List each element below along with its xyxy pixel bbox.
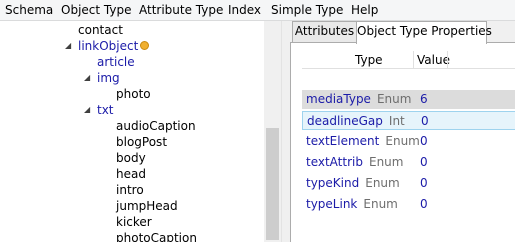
column-divider[interactable] <box>447 51 448 69</box>
menu-index[interactable]: Index <box>228 3 261 18</box>
lock-icon <box>140 41 150 50</box>
tree-item-head[interactable]: head <box>116 166 146 182</box>
collapse-arrow-icon[interactable]: ◢ <box>84 70 90 86</box>
property-row-typelink[interactable]: typeLink Enum 0 <box>302 195 515 214</box>
property-row-textattrib[interactable]: textAttrib Enum 0 <box>302 153 515 172</box>
tree-item-audiocaption[interactable]: audioCaption <box>116 118 196 134</box>
property-row-deadlinegap[interactable]: deadlineGap Int 0 <box>302 111 515 130</box>
tree-item-photo[interactable]: photo <box>116 86 151 102</box>
property-value[interactable]: 0 <box>420 153 428 172</box>
property-type: Enum <box>368 155 404 169</box>
property-row-mediatype[interactable]: mediaType Enum 6 <box>302 90 515 109</box>
property-type: Enum <box>363 197 398 211</box>
collapse-arrow-icon[interactable]: ◢ <box>84 102 90 118</box>
property-type: Enum <box>376 92 412 106</box>
column-divider[interactable] <box>413 51 414 69</box>
schema-tree: contact ◢ linkObject article ◢ img photo… <box>0 21 264 242</box>
tab-attributes[interactable]: Attributes <box>292 21 357 42</box>
tree-item-kicker[interactable]: kicker <box>116 214 152 230</box>
tree-scrollbar[interactable] <box>264 21 281 242</box>
column-header-type[interactable]: Type <box>355 52 383 68</box>
tree-item-intro[interactable]: intro <box>116 182 144 198</box>
property-name: typeKind <box>306 176 360 190</box>
property-value[interactable]: 0 <box>420 132 428 151</box>
property-name: mediaType <box>306 92 371 106</box>
properties-grid: Type Value mediaType Enum 6 deadlineGap In… <box>290 42 515 242</box>
tree-item-linkobject[interactable]: linkObject <box>78 38 150 54</box>
menu-attribute-type[interactable]: Attribute Type <box>139 3 223 18</box>
property-type: Enum <box>365 176 400 190</box>
property-value[interactable]: 0 <box>421 112 429 131</box>
column-header-value[interactable]: Value <box>417 52 450 68</box>
menu-bar: Schema Object Type Attribute Type Index … <box>0 0 515 21</box>
pane-splitter[interactable] <box>281 21 290 242</box>
property-value[interactable]: 0 <box>420 195 428 214</box>
tree-item-article[interactable]: article <box>97 54 135 70</box>
menu-help[interactable]: Help <box>351 3 378 18</box>
tree-item-body[interactable]: body <box>116 150 146 166</box>
tree-item-jumphead[interactable]: jumpHead <box>116 198 178 214</box>
tab-object-type-properties[interactable]: Object Type Properties <box>356 21 492 44</box>
property-type: Int <box>388 114 405 128</box>
property-value[interactable]: 0 <box>420 174 428 193</box>
menu-simple-type[interactable]: Simple Type <box>271 3 343 18</box>
tree-item-photocaption[interactable]: photoCaption <box>116 230 197 242</box>
tree-item-contact[interactable]: contact <box>78 22 123 38</box>
property-name: textElement <box>306 134 380 148</box>
property-name: textAttrib <box>306 155 363 169</box>
tree-item-txt[interactable]: txt <box>97 102 114 118</box>
tree-item-blogpost[interactable]: blogPost <box>116 134 167 150</box>
collapse-arrow-icon[interactable]: ◢ <box>65 38 71 54</box>
scrollbar-thumb[interactable] <box>266 128 279 240</box>
properties-panel: Attributes Object Type Properties Type V… <box>290 21 515 242</box>
property-type: Enum <box>385 134 420 148</box>
grid-header: Type Value <box>302 51 515 69</box>
property-row-typekind[interactable]: typeKind Enum 0 <box>302 174 515 193</box>
menu-object-type[interactable]: Object Type <box>61 3 131 18</box>
property-value[interactable]: 6 <box>420 90 428 109</box>
property-name: deadlineGap <box>307 114 383 128</box>
property-name: typeLink <box>306 197 358 211</box>
property-row-textelement[interactable]: textElement Enum 0 <box>302 132 515 151</box>
menu-schema[interactable]: Schema <box>5 3 53 18</box>
tree-item-img[interactable]: img <box>97 70 120 86</box>
